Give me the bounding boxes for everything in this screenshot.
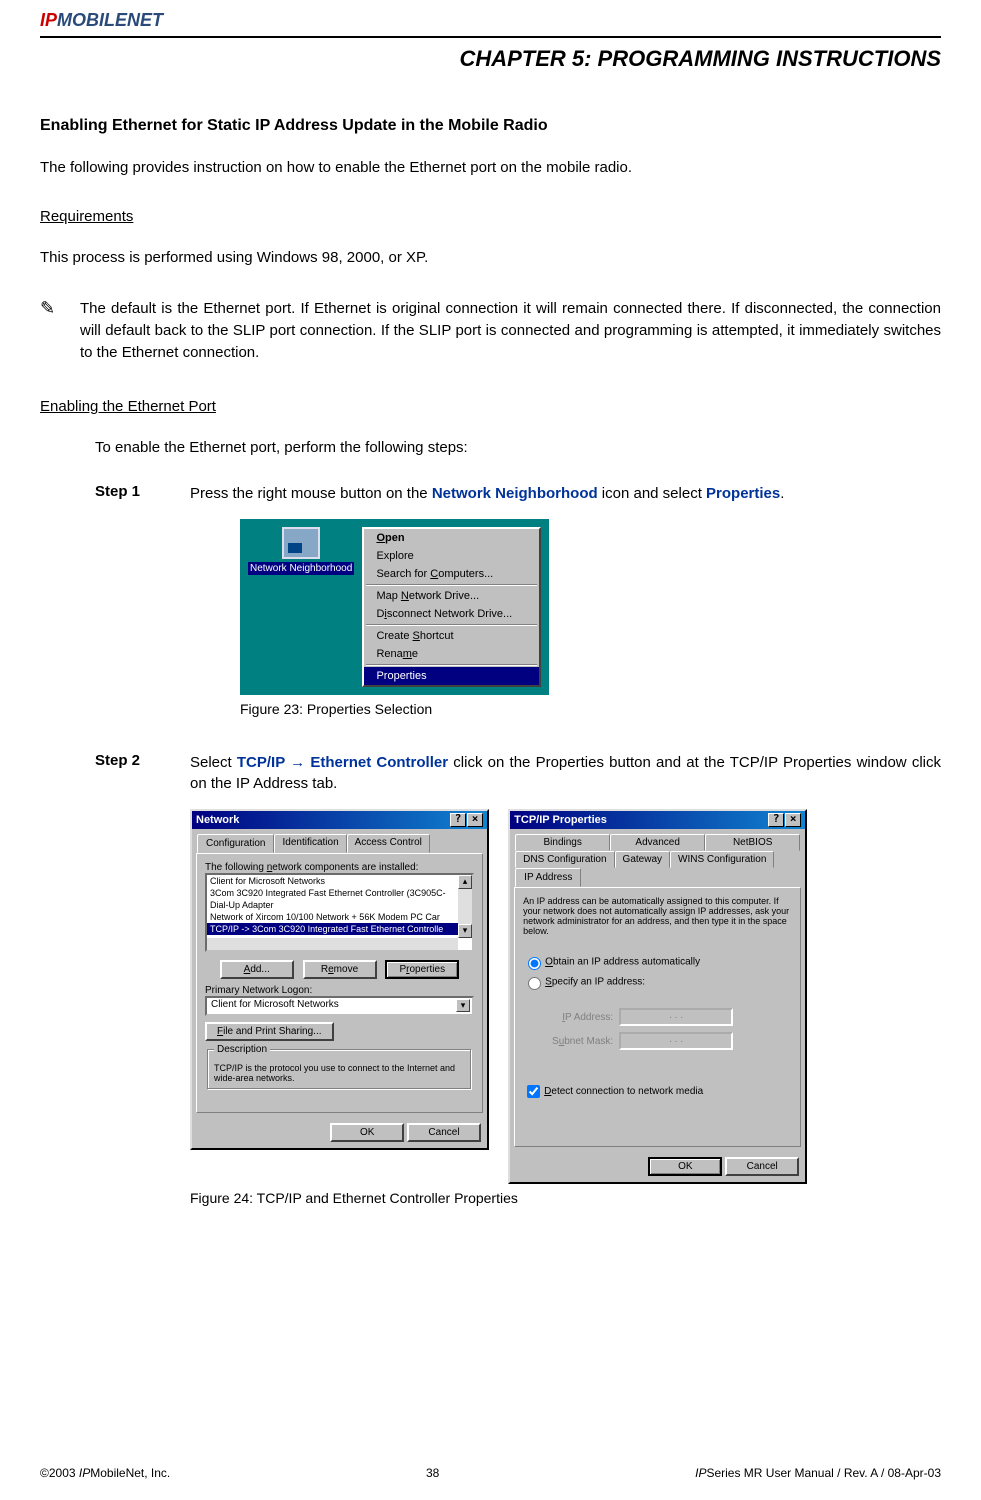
- components-listbox[interactable]: Client for Microsoft Networks 3Com 3C920…: [205, 873, 474, 952]
- logo-mobile: MOBILE: [57, 10, 127, 30]
- menu-search[interactable]: Search for Computers...: [364, 565, 539, 583]
- section-title: Enabling Ethernet for Static IP Address …: [40, 117, 941, 135]
- ok-button[interactable]: OK: [330, 1123, 404, 1142]
- computer-icon: [282, 527, 320, 559]
- tcpip-ethernet-kw: TCP/IP → Ethernet Controller: [237, 754, 448, 771]
- tab-configuration[interactable]: Configuration: [197, 834, 274, 853]
- note-row: ✎ The default is the Ethernet port. If E…: [40, 298, 941, 363]
- properties-kw: Properties: [706, 485, 780, 502]
- figure-24-caption: Figure 24: TCP/IP and Ethernet Controlle…: [190, 1190, 941, 1206]
- properties-button[interactable]: Properties: [385, 960, 459, 979]
- add-button[interactable]: Add...: [220, 960, 294, 979]
- cancel-button[interactable]: Cancel: [407, 1123, 481, 1142]
- list-item-selected[interactable]: TCP/IP -> 3Com 3C920 Integrated Fast Eth…: [207, 923, 472, 935]
- subnet-field[interactable]: . . .: [619, 1032, 733, 1050]
- tcpip-titlebar: TCP/IP Properties ?×: [510, 811, 805, 829]
- list-item[interactable]: Client for Microsoft Networks: [207, 875, 472, 887]
- note-text: The default is the Ethernet port. If Eth…: [80, 298, 941, 363]
- context-menu: Open Explore Search for Computers... Map…: [362, 527, 541, 687]
- remove-button[interactable]: Remove: [303, 960, 377, 979]
- menu-explore[interactable]: Explore: [364, 547, 539, 565]
- requirements-text: This process is performed using Windows …: [40, 247, 941, 268]
- ok-button[interactable]: OK: [648, 1157, 722, 1176]
- close-button[interactable]: ×: [785, 813, 801, 827]
- radio-obtain-auto[interactable]: Obtain an IP address automatically: [523, 954, 792, 970]
- intro-paragraph: The following provides instruction on ho…: [40, 157, 941, 178]
- primary-logon-label: Primary Network Logon:: [205, 985, 474, 996]
- enabling-intro: To enable the Ethernet port, perform the…: [95, 437, 941, 458]
- network-dialog: Network ?× Configuration Identification …: [190, 809, 489, 1150]
- tab-dns[interactable]: DNS Configuration: [515, 851, 614, 868]
- scroll-up-icon[interactable]: ▴: [458, 875, 472, 889]
- tab-bindings[interactable]: Bindings: [515, 834, 610, 851]
- help-button[interactable]: ?: [450, 813, 466, 827]
- header-rule: [40, 36, 941, 38]
- radio-specify[interactable]: Specify an IP address:: [523, 974, 792, 990]
- ip-address-field[interactable]: . . .: [619, 1008, 733, 1026]
- requirements-heading: Requirements: [40, 208, 941, 225]
- ip-desc: An IP address can be automatically assig…: [523, 896, 792, 936]
- scroll-down-icon[interactable]: ▾: [458, 924, 472, 938]
- tab-access-control[interactable]: Access Control: [347, 834, 430, 853]
- tab-netbios[interactable]: NetBIOS: [705, 834, 800, 851]
- help-button[interactable]: ?: [768, 813, 784, 827]
- ip-address-label: IP Address:: [541, 1012, 613, 1023]
- logo: IPMOBILENET: [40, 10, 941, 31]
- tab-ip-address[interactable]: IP Address: [515, 868, 581, 887]
- detect-checkbox-row[interactable]: Detect connection to network media: [523, 1082, 792, 1101]
- pencil-icon: ✎: [40, 298, 80, 363]
- network-neighborhood-kw: Network Neighborhood: [432, 485, 598, 502]
- step-2-text: Select TCP/IP → Ethernet Controller clic…: [190, 752, 941, 794]
- menu-map-drive[interactable]: Map Network Drive...: [364, 587, 539, 605]
- menu-properties[interactable]: Properties: [364, 667, 539, 685]
- file-print-sharing-button[interactable]: File and Print Sharing...: [205, 1022, 334, 1041]
- chapter-header: CHAPTER 5: PROGRAMMING INSTRUCTIONS: [40, 46, 941, 72]
- footer-right: IPSeries MR User Manual / Rev. A / 08-Ap…: [695, 1466, 941, 1480]
- list-item[interactable]: Network of Xircom 10/100 Network + 56K M…: [207, 911, 472, 923]
- menu-open[interactable]: Open: [364, 529, 539, 547]
- menu-rename[interactable]: Rename: [364, 645, 539, 663]
- logo-net: NET: [127, 10, 163, 30]
- page-number: 38: [170, 1466, 695, 1480]
- description-group: Description TCP/IP is the protocol you u…: [207, 1044, 472, 1090]
- step-2-label: Step 2: [95, 752, 190, 794]
- figure-23-caption: Figure 23: Properties Selection: [240, 701, 941, 717]
- network-titlebar: Network ?×: [192, 811, 487, 829]
- page-footer: ©2003 IPMobileNet, Inc. 38 IPSeries MR U…: [40, 1466, 941, 1480]
- step-1-text: Press the right mouse button on the Netw…: [190, 483, 941, 504]
- tcpip-dialog: TCP/IP Properties ?× Bindings Advanced N…: [508, 809, 807, 1184]
- network-neighborhood-desktop-icon[interactable]: Network Neighborhood: [248, 527, 354, 575]
- step-1-label: Step 1: [95, 483, 190, 504]
- close-button[interactable]: ×: [467, 813, 483, 827]
- logo-ip: IP: [40, 10, 57, 30]
- footer-left: ©2003 IPMobileNet, Inc.: [40, 1466, 170, 1480]
- step-1: Step 1 Press the right mouse button on t…: [95, 483, 941, 504]
- menu-disconnect-drive[interactable]: Disconnect Network Drive...: [364, 605, 539, 623]
- cancel-button[interactable]: Cancel: [725, 1157, 799, 1176]
- tab-identification[interactable]: Identification: [274, 834, 346, 853]
- list-item[interactable]: 3Com 3C920 Integrated Fast Ethernet Cont…: [207, 887, 472, 899]
- step-2: Step 2 Select TCP/IP → Ethernet Controll…: [95, 752, 941, 794]
- tab-gateway[interactable]: Gateway: [615, 851, 670, 868]
- subnet-label: Subnet Mask:: [541, 1036, 613, 1047]
- list-item[interactable]: Dial-Up Adapter: [207, 899, 472, 911]
- figure-24-screenshot: Network ?× Configuration Identification …: [190, 809, 941, 1184]
- figure-23-screenshot: Network Neighborhood Open Explore Search…: [240, 519, 549, 695]
- tab-wins[interactable]: WINS Configuration: [670, 851, 774, 868]
- components-label: The following network components are ins…: [205, 862, 474, 873]
- enabling-heading: Enabling the Ethernet Port: [40, 398, 941, 415]
- menu-create-shortcut[interactable]: Create Shortcut: [364, 627, 539, 645]
- tab-advanced[interactable]: Advanced: [610, 834, 705, 851]
- primary-logon-dropdown[interactable]: Client for Microsoft Networks: [205, 996, 474, 1016]
